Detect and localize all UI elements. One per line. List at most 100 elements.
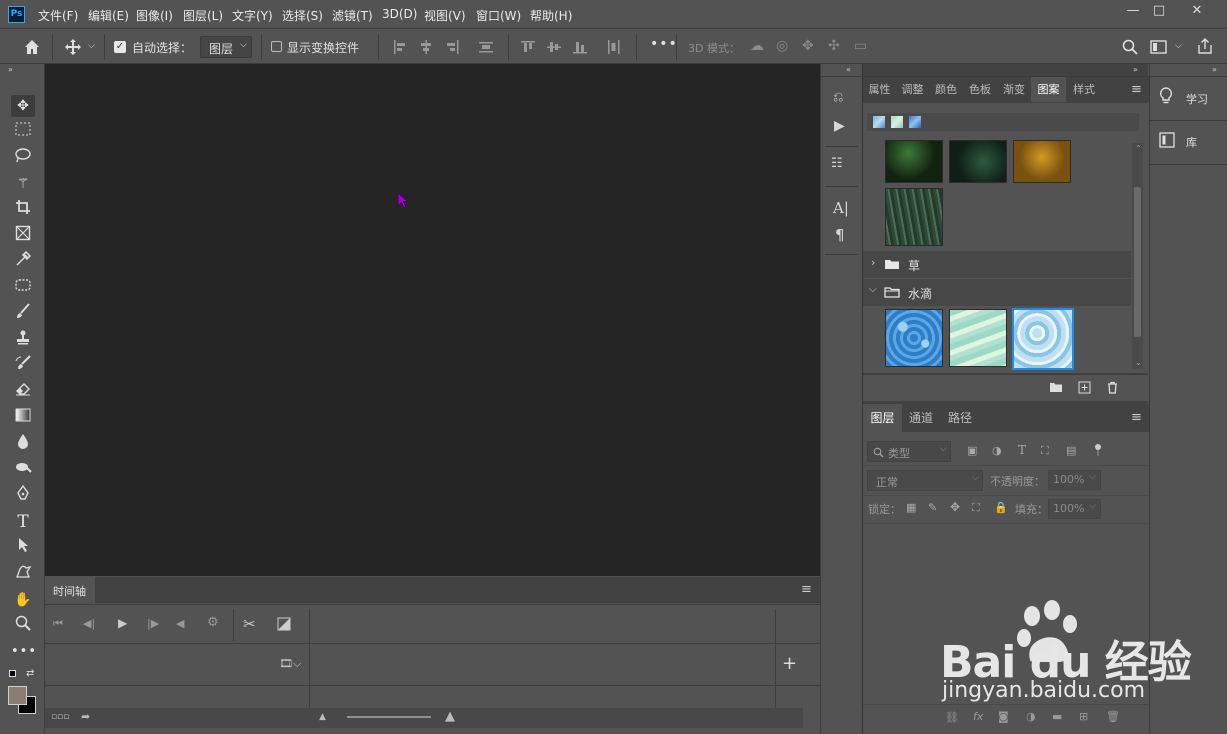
zoom-out-icon[interactable]: ▲ xyxy=(319,712,326,722)
share-icon[interactable] xyxy=(1196,37,1214,58)
gradient-tool-icon[interactable] xyxy=(11,407,35,429)
scroll-down-icon[interactable]: ⌄ xyxy=(1135,358,1142,367)
move-tool-icon[interactable]: ✥ xyxy=(11,95,35,117)
frame-tool-icon[interactable] xyxy=(11,225,35,247)
pattern-thumb-leaves-1[interactable] xyxy=(885,140,943,183)
character-icon[interactable]: A| xyxy=(833,199,849,217)
document-canvas[interactable] xyxy=(45,64,820,576)
3d-pan-icon[interactable]: ✥ xyxy=(802,38,814,54)
lock-paint-brush-icon[interactable]: ✎ xyxy=(928,501,937,514)
actions-play-icon[interactable]: ▶ xyxy=(834,118,845,134)
distribute-vertical-icon[interactable] xyxy=(478,39,494,58)
menu-item-4[interactable]: 文字(Y) xyxy=(232,7,273,24)
pattern-thumb-leaves-2[interactable] xyxy=(949,140,1007,183)
align-left-icon[interactable] xyxy=(392,39,408,58)
libraries-button[interactable]: 库 xyxy=(1150,126,1227,156)
move-tool-icon[interactable] xyxy=(63,37,83,57)
fill-input[interactable]: 100% ⌵ xyxy=(1048,499,1101,519)
custom-shape-tool-icon[interactable] xyxy=(11,563,35,585)
scroll-up-icon[interactable]: ⌃ xyxy=(1135,144,1142,153)
foreground-color-swatch[interactable] xyxy=(8,686,27,705)
pattern-mini-3[interactable] xyxy=(909,116,921,128)
pattern-scrollbar[interactable] xyxy=(1132,143,1143,369)
eraser-tool-icon[interactable] xyxy=(11,381,35,403)
collapse-panel-icon[interactable]: » xyxy=(8,65,13,74)
learn-button[interactable]: 学习 xyxy=(1150,82,1227,112)
collapse-panel-icon[interactable]: » xyxy=(1212,65,1217,74)
delete-trash-icon[interactable] xyxy=(1106,381,1119,394)
lock-position-icon[interactable]: ✥ xyxy=(950,500,960,514)
align-vcenter-icon[interactable] xyxy=(546,39,562,58)
chevron-down-icon[interactable]: ⌵ xyxy=(88,41,95,51)
auto-select-checkbox[interactable]: ✓ xyxy=(114,41,126,53)
clone-stamp-tool-icon[interactable] xyxy=(11,329,35,351)
pattern-mini-2[interactable] xyxy=(891,116,903,128)
play-icon[interactable]: ▶ xyxy=(118,616,127,630)
menu-item-0[interactable]: 文件(F) xyxy=(38,7,78,24)
menu-item-5[interactable]: 选择(S) xyxy=(282,7,323,24)
new-layer-icon[interactable]: ⊞ xyxy=(1079,710,1088,723)
split-scissors-icon[interactable]: ✂ xyxy=(243,615,256,633)
filter-shape-icon[interactable]: ⛶ xyxy=(1041,444,1049,458)
collapse-panel-icon[interactable]: » xyxy=(1133,65,1138,74)
pattern-thumb-autumn[interactable] xyxy=(1013,140,1071,183)
filter-smart-object-icon[interactable]: ▤ xyxy=(1066,444,1076,457)
previous-frame-icon[interactable]: ◀| xyxy=(83,617,95,630)
layer-filter-select[interactable]: 类型 ⌵ xyxy=(867,441,951,462)
first-frame-icon[interactable]: ⏮ xyxy=(53,617,63,631)
blur-tool-icon[interactable] xyxy=(11,433,35,455)
film-strip-icon[interactable]: 🎞⌵ xyxy=(279,657,301,671)
menu-item-10[interactable]: 帮助(H) xyxy=(530,7,572,24)
type-tool-icon[interactable]: T xyxy=(11,511,35,533)
more-options-button[interactable]: ••• xyxy=(650,36,678,52)
path-selection-tool-icon[interactable] xyxy=(11,537,35,559)
filter-type-icon[interactable]: T xyxy=(1018,443,1026,457)
close-button[interactable]: ✕ xyxy=(1179,0,1215,22)
dodge-tool-icon[interactable] xyxy=(11,459,35,481)
tab-pattern-2[interactable]: 颜色 xyxy=(929,77,963,102)
filter-adjustment-icon[interactable]: ◑ xyxy=(992,444,1002,457)
menu-item-9[interactable]: 窗口(W) xyxy=(476,7,521,24)
align-bottom-icon[interactable] xyxy=(572,39,588,58)
search-icon[interactable] xyxy=(1120,38,1140,56)
distribute-horizontal-icon[interactable] xyxy=(606,39,622,58)
paragraph-icon[interactable]: ¶ xyxy=(835,226,845,244)
align-top-icon[interactable] xyxy=(520,39,536,58)
history-icon[interactable]: ⎌ xyxy=(833,90,843,105)
hand-tool-icon[interactable]: ✋ xyxy=(11,589,35,611)
tab-pattern-4[interactable]: 渐变 xyxy=(997,77,1031,102)
lock-transparent-icon[interactable]: ▦ xyxy=(906,501,916,514)
tab-timeline[interactable]: 时间轴 xyxy=(45,577,95,603)
delete-trash-icon[interactable]: 🗑 xyxy=(1106,710,1120,723)
healing-brush-tool-icon[interactable] xyxy=(11,277,35,299)
workspace-icon[interactable] xyxy=(1150,39,1168,58)
target-select[interactable]: 图层 ⌵ xyxy=(200,36,252,58)
lasso-tool-icon[interactable] xyxy=(11,147,35,169)
scrollbar-thumb[interactable] xyxy=(1134,187,1141,337)
tab-pattern-6[interactable]: 样式 xyxy=(1066,77,1102,102)
edit-toolbar-icon[interactable]: ••• xyxy=(11,641,36,663)
pen-tool-icon[interactable] xyxy=(11,484,35,507)
tab-layers-1[interactable]: 通道 xyxy=(902,404,940,432)
lock-all-icon[interactable]: 🔒 xyxy=(994,501,1008,514)
adjustment-layer-icon[interactable]: ◑ xyxy=(1026,710,1036,723)
menu-item-3[interactable]: 图层(L) xyxy=(183,7,223,24)
render-video-icon[interactable]: ➦ xyxy=(81,710,90,723)
panel-menu-icon[interactable]: ≡ xyxy=(1131,82,1142,97)
menu-item-8[interactable]: 视图(V) xyxy=(424,7,466,24)
next-frame-icon[interactable]: |▶ xyxy=(147,617,159,630)
new-pattern-icon[interactable] xyxy=(1078,381,1091,394)
pattern-thumb-water-1[interactable] xyxy=(885,309,943,367)
expand-panel-icon[interactable]: « xyxy=(846,65,851,74)
3d-slide-icon[interactable]: ✣ xyxy=(828,38,840,54)
tab-pattern-0[interactable]: 属性 xyxy=(863,77,896,102)
settings-gear-icon[interactable]: ⚙ xyxy=(207,615,219,630)
maximize-button[interactable]: □ xyxy=(1143,0,1175,22)
audio-icon[interactable]: ◀ xyxy=(176,617,184,630)
menu-item-7[interactable]: 3D(D) xyxy=(382,7,417,21)
tab-pattern-1[interactable]: 调整 xyxy=(896,77,929,102)
new-group-folder-icon[interactable]: ▬ xyxy=(1052,710,1062,723)
add-mask-icon[interactable]: ◙ xyxy=(998,710,1009,723)
add-media-icon[interactable]: + xyxy=(782,653,797,674)
crop-tool-icon[interactable] xyxy=(11,199,35,221)
